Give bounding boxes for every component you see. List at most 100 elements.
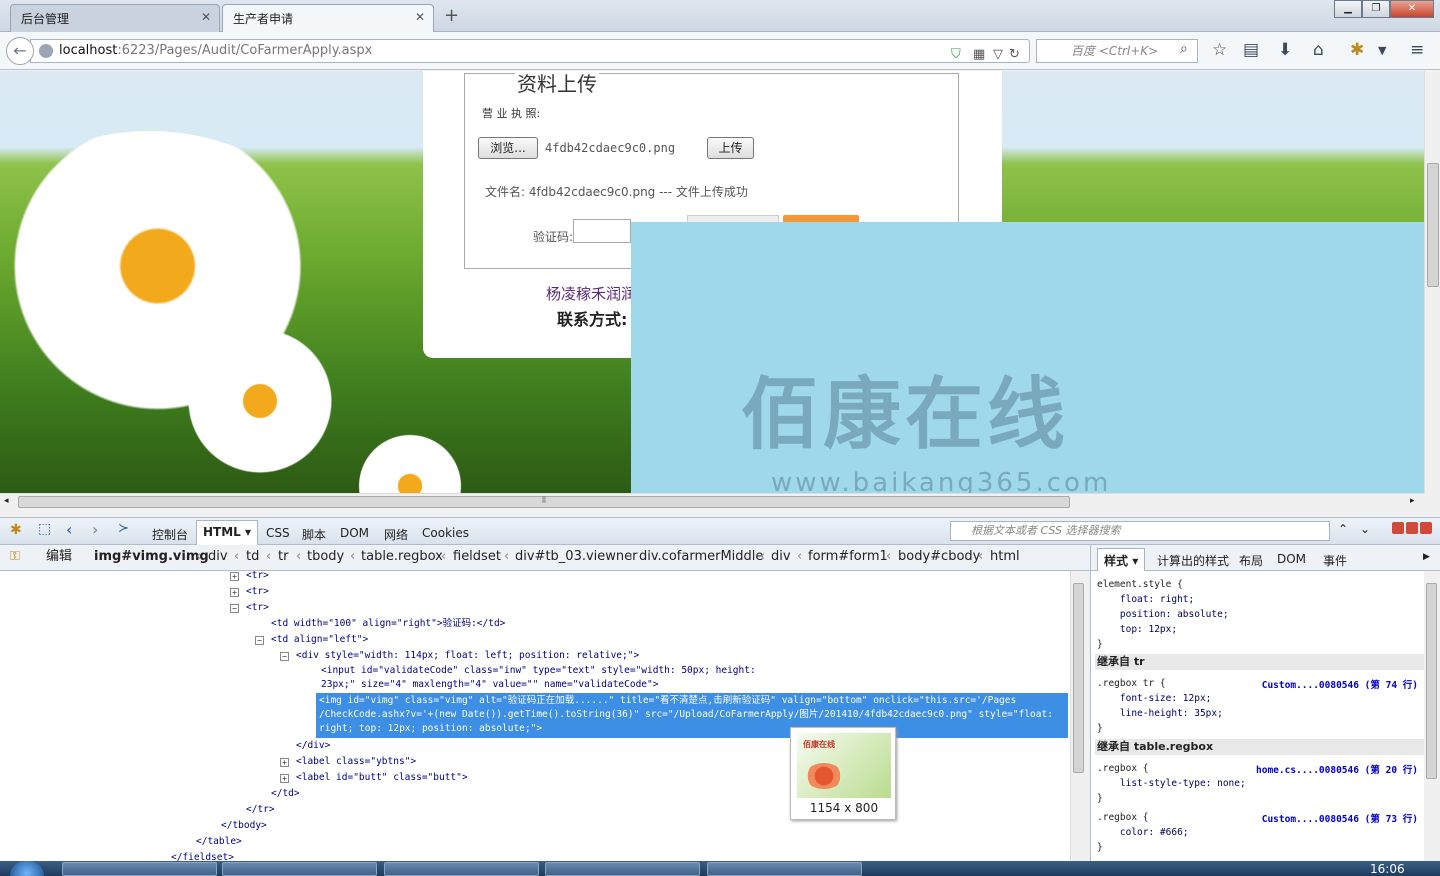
back-button[interactable]: ← bbox=[6, 37, 34, 65]
tree-node[interactable]: <label id="butt" class="butt"> bbox=[296, 770, 468, 786]
tab-dom[interactable]: DOM bbox=[1277, 552, 1306, 566]
qrcode-icon[interactable]: ▦ bbox=[973, 44, 985, 66]
html-panel-scrollbar[interactable] bbox=[1070, 571, 1086, 861]
expand-icon[interactable]: + bbox=[280, 758, 289, 767]
tree-node[interactable]: <tr> bbox=[246, 571, 269, 584]
css-line[interactable]: color: #666; bbox=[1097, 825, 1189, 840]
scroll-thumb[interactable] bbox=[1427, 163, 1439, 287]
firebug-close-icon[interactable] bbox=[1420, 522, 1432, 534]
tree-node[interactable]: <div style="width: 114px; float: left; p… bbox=[296, 648, 639, 664]
tab-html[interactable]: HTML ▾ bbox=[196, 520, 259, 546]
maximize-button[interactable]: ❐ bbox=[1362, 0, 1390, 18]
tab-net[interactable]: 网络 bbox=[384, 526, 408, 543]
css-line[interactable]: top: 12px; bbox=[1097, 622, 1229, 637]
css-line[interactable]: float: right; bbox=[1097, 592, 1229, 607]
inspect-icon[interactable]: ⬚ bbox=[38, 521, 51, 537]
taskbar-item[interactable] bbox=[707, 862, 862, 876]
css-line[interactable]: position: absolute; bbox=[1097, 607, 1229, 622]
close-window-button[interactable]: ✕ bbox=[1390, 0, 1434, 18]
shield-icon[interactable]: ⛉ bbox=[951, 44, 961, 66]
tab-admin[interactable]: 后台管理 ✕ bbox=[10, 4, 220, 32]
tree-node[interactable]: </tbody> bbox=[221, 818, 267, 834]
home-icon[interactable]: ⌂ bbox=[1313, 40, 1324, 60]
breadcrumb-item[interactable]: table.regbox bbox=[361, 545, 443, 569]
start-button[interactable] bbox=[10, 861, 44, 876]
breadcrumb-item[interactable]: tr bbox=[278, 545, 288, 569]
firebug-detach-icon[interactable] bbox=[1406, 522, 1418, 534]
scroll-thumb[interactable]: ⦀ bbox=[18, 496, 1070, 508]
minimize-button[interactable]: ▁ bbox=[1334, 0, 1362, 18]
tab-producer-apply[interactable]: 生产者申请 ✕ bbox=[222, 4, 434, 33]
tree-node[interactable]: <td width="100" align="right">验证码:</td> bbox=[271, 616, 505, 632]
chevron-down-icon[interactable]: ▼ bbox=[1378, 44, 1386, 57]
css-line[interactable]: font-size: 12px; bbox=[1097, 691, 1223, 706]
collapse-icon[interactable]: − bbox=[255, 636, 264, 645]
breadcrumb-item[interactable]: div bbox=[208, 545, 228, 569]
close-tab-icon[interactable]: ✕ bbox=[415, 10, 425, 24]
address-bar[interactable]: localhost:6223/Pages/Audit/CoFarmerApply… bbox=[30, 39, 1030, 63]
tab-layout[interactable]: 布局 bbox=[1239, 552, 1263, 569]
search-icon[interactable]: ⌕ bbox=[1180, 41, 1188, 57]
page-horizontal-scrollbar[interactable]: ◂ ⦀ ▸ bbox=[0, 493, 1424, 509]
download-icon[interactable]: ⬇ bbox=[1278, 40, 1292, 60]
forward-icon[interactable]: › bbox=[92, 520, 98, 539]
firebug-minimize-icon[interactable] bbox=[1392, 522, 1404, 534]
search-prev-icon[interactable]: ⌃ bbox=[1338, 522, 1348, 536]
taskbar-item[interactable] bbox=[545, 862, 700, 876]
scroll-right-icon[interactable]: ▸ bbox=[1410, 496, 1415, 506]
css-line[interactable]: list-style-type: none; bbox=[1097, 776, 1246, 791]
css-source-link[interactable]: Custom....0080546 (第 74 行) bbox=[1262, 677, 1418, 691]
expand-icon[interactable]: + bbox=[280, 774, 289, 783]
expand-icon[interactable]: + bbox=[230, 588, 239, 597]
search-input[interactable]: 百度 <Ctrl+K> bbox=[1036, 39, 1198, 63]
side-panel-scrollbar[interactable] bbox=[1424, 571, 1440, 861]
taskbar-item[interactable] bbox=[222, 862, 377, 876]
tab-css[interactable]: CSS bbox=[266, 526, 290, 540]
breadcrumb-item[interactable]: div.cofarmerMiddle bbox=[639, 545, 763, 569]
firebug-lock-icon[interactable]: ⚿ bbox=[10, 545, 20, 569]
collapse-icon[interactable]: − bbox=[230, 604, 239, 613]
menu-icon[interactable]: ≡ bbox=[1410, 40, 1424, 60]
scroll-left-icon[interactable]: ◂ bbox=[4, 496, 9, 506]
browse-button[interactable]: 浏览... bbox=[478, 137, 538, 159]
page-vertical-scrollbar[interactable] bbox=[1424, 71, 1440, 493]
command-line-icon[interactable]: ≻ bbox=[118, 521, 129, 536]
tree-node[interactable]: <tr> bbox=[246, 600, 269, 616]
tree-node[interactable]: </tr> bbox=[246, 802, 275, 818]
css-source-link[interactable]: Custom....0080546 (第 73 行) bbox=[1262, 811, 1418, 825]
breadcrumb-item[interactable]: body#cbody bbox=[898, 545, 980, 569]
scroll-thumb[interactable] bbox=[1073, 583, 1084, 773]
collapse-icon[interactable]: − bbox=[280, 652, 289, 661]
tree-node[interactable]: <input id="validateCode" class="inw" typ… bbox=[321, 664, 756, 678]
tab-dom[interactable]: DOM bbox=[340, 526, 369, 540]
upload-button[interactable]: 上传 bbox=[707, 137, 754, 159]
firebug-icon[interactable]: ✱ bbox=[1350, 40, 1364, 60]
scroll-thumb[interactable] bbox=[1426, 583, 1437, 779]
tree-node[interactable]: </td> bbox=[271, 786, 300, 802]
close-tab-icon[interactable]: ✕ bbox=[201, 10, 211, 24]
firebug-icon[interactable]: ✱ bbox=[10, 522, 22, 538]
selected-tree-node[interactable]: <img id="vimg" class="vimg" alt="验证码正在加载… bbox=[316, 693, 1068, 738]
breadcrumb-item[interactable]: tbody bbox=[307, 545, 344, 569]
captcha-input[interactable] bbox=[573, 219, 631, 243]
firebug-search-input[interactable]: 根据文本或者 CSS 选择器搜索 bbox=[950, 521, 1330, 541]
css-line[interactable]: line-height: 35px; bbox=[1097, 706, 1223, 721]
bookmark-star-icon[interactable]: ☆ bbox=[1212, 40, 1227, 60]
breadcrumb-item[interactable]: form#form1 bbox=[808, 545, 888, 569]
taskbar-item[interactable] bbox=[384, 862, 539, 876]
taskbar-item[interactable] bbox=[62, 862, 217, 876]
breadcrumb-item[interactable]: img#vimg.vimg bbox=[94, 545, 209, 569]
tab-cookies[interactable]: Cookies bbox=[422, 526, 469, 540]
breadcrumb-item[interactable]: fieldset bbox=[453, 545, 501, 569]
scroll-right-icon[interactable]: ▶ bbox=[1423, 552, 1430, 562]
breadcrumb-item[interactable]: div bbox=[771, 545, 791, 569]
tab-events[interactable]: 事件 bbox=[1323, 552, 1347, 569]
back-icon[interactable]: ‹ bbox=[66, 520, 72, 539]
tree-node[interactable]: <td align="left"> bbox=[271, 632, 368, 648]
tab-style[interactable]: 样式 ▾ bbox=[1097, 548, 1146, 571]
edit-button[interactable]: 编辑 bbox=[46, 545, 72, 569]
expand-icon[interactable]: + bbox=[230, 572, 239, 581]
tab-script[interactable]: 脚本 bbox=[302, 526, 326, 543]
tree-node[interactable]: </div> bbox=[296, 738, 330, 754]
tree-node[interactable]: </fieldset> bbox=[171, 850, 234, 861]
